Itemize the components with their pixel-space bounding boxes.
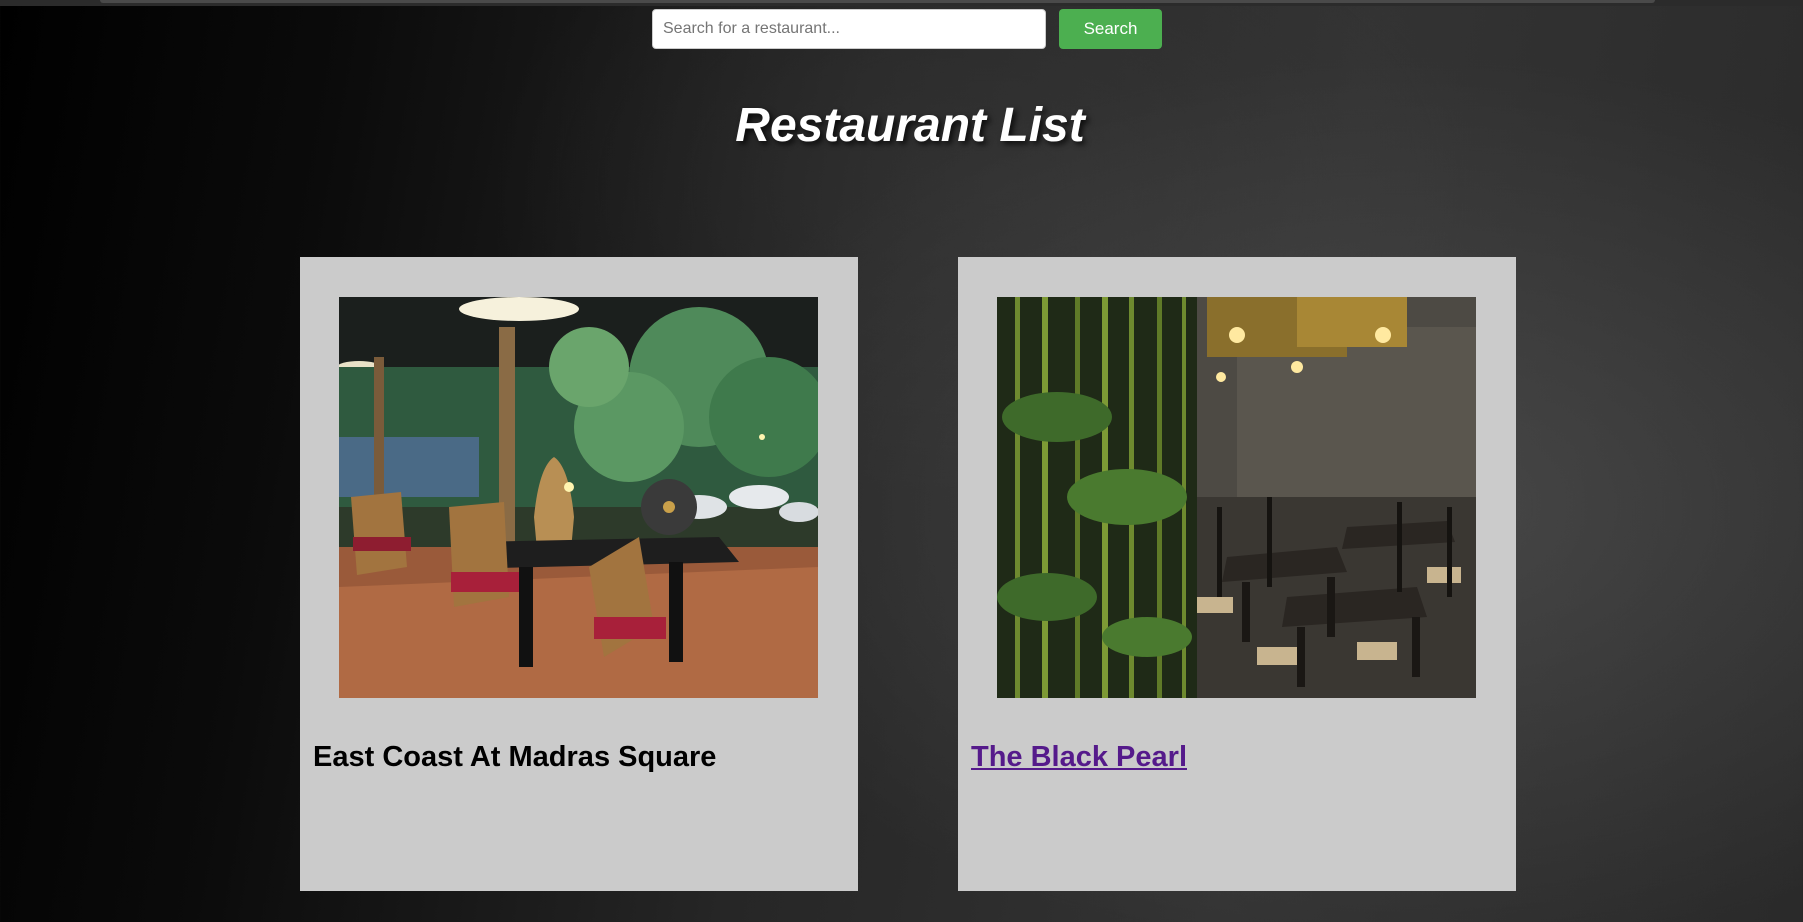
restaurant-list: East Coast At Madras Square The Black Pe… [300, 257, 1516, 891]
outdoor-patio-dining-photo [339, 297, 818, 698]
page-title: Restaurant List [735, 99, 1085, 152]
restaurant-card: The Black Pearl [958, 257, 1516, 891]
restaurant-name: East Coast At Madras Square [313, 741, 717, 773]
restaurant-image[interactable] [997, 297, 1476, 698]
bamboo-interior-dining-photo [997, 297, 1476, 698]
search-bar: Search [652, 9, 1162, 49]
restaurant-name-link[interactable]: The Black Pearl [971, 741, 1187, 773]
restaurant-image[interactable] [339, 297, 818, 698]
search-button[interactable]: Search [1059, 9, 1162, 49]
restaurant-card: East Coast At Madras Square [300, 257, 858, 891]
browser-top-edge [0, 0, 1803, 6]
search-input[interactable] [652, 9, 1046, 49]
restaurant-name: The Black Pearl [971, 741, 1187, 774]
browser-tab-strip [100, 0, 1655, 3]
